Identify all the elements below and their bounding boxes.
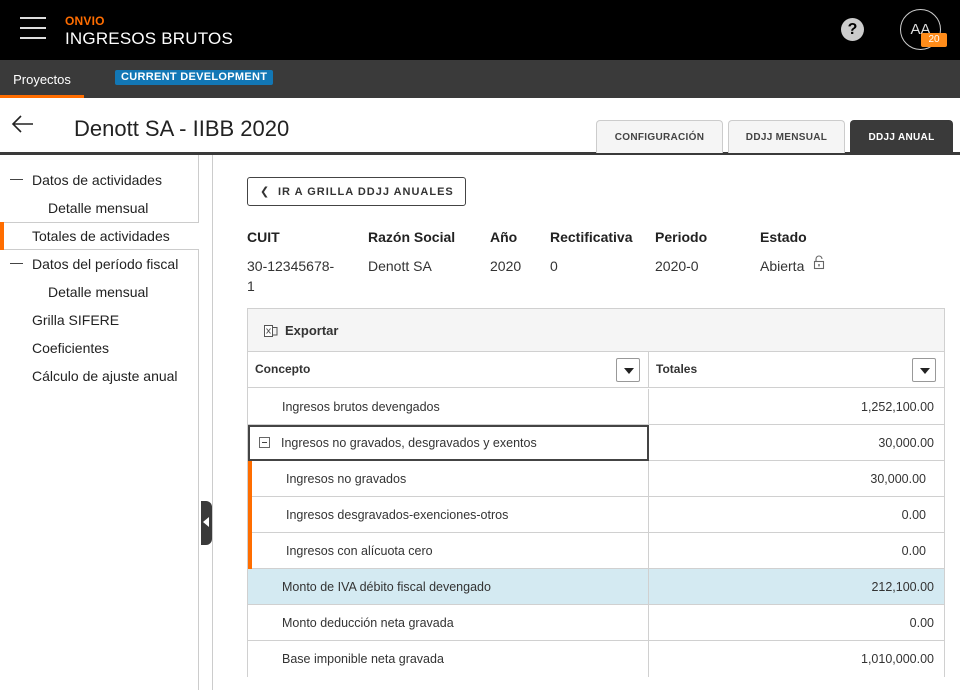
grid-toolbar: Exportar [248, 309, 944, 352]
collapse-dash-icon [10, 179, 23, 180]
question-circle-icon[interactable]: ? [841, 18, 864, 41]
content-divider [212, 155, 213, 690]
export-button[interactable]: Exportar [285, 323, 338, 338]
column-separator [648, 497, 649, 533]
value-periodo: 2020-0 [655, 258, 699, 274]
label-rectificativa: Rectificativa [550, 229, 633, 245]
row-concept: Base imponible neta gravada [282, 652, 444, 666]
label-anio: Año [490, 229, 518, 245]
column-header-concepto: Concepto [255, 362, 311, 376]
sidebar-item-label: Coeficientes [32, 340, 110, 356]
value-estado: Abierta [760, 258, 805, 274]
value-cuit: 30-12345678- 1 [247, 256, 334, 296]
label-periodo: Periodo [655, 229, 708, 245]
sidebar-item-label: Grilla SIFERE [32, 312, 120, 328]
table-row[interactable]: Ingresos desgravados-exenciones-otros 0.… [248, 497, 944, 533]
back-arrow-icon[interactable] [11, 112, 35, 136]
goto-grilla-button[interactable]: ❮ IR A GRILLA DDJJ ANUALES [247, 177, 466, 206]
column-separator [648, 569, 649, 605]
table-row[interactable]: Ingresos brutos devengados 1,252,100.00 [248, 389, 944, 425]
page-title: Denott SA - IIBB 2020 [74, 116, 290, 141]
concepto-filter-button[interactable] [616, 358, 640, 382]
value-cuit-line1: 30-12345678- [247, 258, 335, 274]
row-concept: Monto de IVA débito fiscal devengado [282, 580, 491, 594]
column-separator [648, 461, 649, 497]
sidebar-item-label: Totales de actividades [32, 228, 170, 244]
unlocked-icon [813, 255, 825, 270]
table-row[interactable]: Ingresos con alícuota cero 0.00 [248, 533, 944, 569]
value-razon-social: Denott SA [368, 258, 432, 274]
chevron-left-icon [203, 517, 209, 527]
goto-grilla-label: IR A GRILLA DDJJ ANUALES [278, 186, 454, 198]
caret-down-icon [624, 368, 634, 374]
collapse-dash-icon [10, 263, 23, 264]
label-cuit: CUIT [247, 229, 280, 245]
row-total: 212,100.00 [871, 580, 934, 594]
value-rectificativa: 0 [550, 258, 558, 274]
environment-badge: CURRENT DEVELOPMENT [115, 70, 274, 85]
sidebar-item-label: Datos de actividades [32, 172, 162, 188]
sidebar-item-coeficientes[interactable]: Coeficientes [0, 334, 199, 362]
product-name: INGRESOS BRUTOS [65, 29, 233, 48]
value-anio: 2020 [490, 258, 522, 274]
excel-icon[interactable] [264, 324, 278, 338]
nav-bar: Proyectos CURRENT DEVELOPMENT [0, 60, 960, 98]
sidebar: Datos de actividades Detalle mensual Tot… [0, 155, 199, 690]
table-row[interactable]: Monto deducción neta gravada 0.00 [248, 605, 944, 641]
nav-tab-proyectos[interactable]: Proyectos [0, 60, 84, 98]
row-total: 30,000.00 [870, 472, 926, 486]
row-concept: Ingresos no gravados [286, 472, 407, 486]
label-razon-social: Razón Social [368, 229, 456, 245]
sidebar-item-totales-actividades[interactable]: Totales de actividades [0, 222, 199, 250]
column-header-totales: Totales [656, 362, 698, 376]
sidebar-item-grilla-sifere[interactable]: Grilla SIFERE [0, 306, 199, 334]
sidebar-item-label: Detalle mensual [48, 200, 149, 216]
hamburger-menu-icon[interactable] [20, 17, 46, 41]
row-total: 0.00 [909, 616, 934, 630]
row-total: 0.00 [901, 508, 926, 522]
sidebar-collapse-handle[interactable] [201, 501, 212, 545]
sidebar-item-datos-periodo-fiscal[interactable]: Datos del período fiscal [0, 250, 199, 278]
brand-logo: ONVIO [65, 14, 105, 28]
cell-focus-outline [248, 425, 649, 461]
sidebar-item-label: Datos del período fiscal [32, 256, 179, 272]
sidebar-item-label: Detalle mensual [48, 284, 149, 300]
row-total: 1,010,000.00 [861, 652, 934, 666]
column-separator [648, 389, 649, 425]
avatar-badge: 20 [921, 33, 947, 47]
label-estado: Estado [760, 229, 807, 245]
title-row: Denott SA - IIBB 2020 CONFIGURACIÓN DDJJ… [0, 98, 960, 155]
row-total: 0.00 [901, 544, 926, 558]
column-separator [648, 352, 649, 388]
sidebar-item-detalle-mensual-fiscal[interactable]: Detalle mensual [0, 278, 199, 306]
row-concept: Ingresos brutos devengados [282, 400, 440, 414]
table-row[interactable]: Ingresos no gravados, desgravados y exen… [248, 425, 944, 461]
totales-grid: Exportar Concepto Totales Ingresos bruto… [247, 308, 945, 677]
row-concept: Ingresos desgravados-exenciones-otros [286, 508, 509, 522]
table-row-selected[interactable]: Monto de IVA débito fiscal devengado 212… [248, 569, 944, 605]
sidebar-item-label: Cálculo de ajuste anual [32, 368, 178, 384]
column-separator [648, 641, 649, 677]
value-cuit-line2: 1 [247, 278, 255, 294]
tab-configuracion[interactable]: CONFIGURACIÓN [596, 120, 723, 153]
tab-ddjj-mensual[interactable]: DDJJ MENSUAL [728, 120, 845, 153]
grid-header: Concepto Totales [248, 352, 944, 388]
row-concept: Monto deducción neta gravada [282, 616, 454, 630]
caret-down-icon [920, 368, 930, 374]
row-total: 30,000.00 [878, 436, 934, 450]
table-row[interactable]: Ingresos no gravados 30,000.00 [248, 461, 944, 497]
top-header: ONVIO INGRESOS BRUTOS ? AA 20 [0, 0, 960, 60]
row-concept: Ingresos con alícuota cero [286, 544, 433, 558]
column-separator [648, 533, 649, 569]
sidebar-item-datos-actividades[interactable]: Datos de actividades [0, 166, 199, 194]
table-row[interactable]: Base imponible neta gravada 1,010,000.00 [248, 641, 944, 677]
sidebar-item-detalle-mensual[interactable]: Detalle mensual [0, 194, 199, 222]
row-total: 1,252,100.00 [861, 400, 934, 414]
sidebar-item-calculo-ajuste-anual[interactable]: Cálculo de ajuste anual [0, 362, 199, 390]
totales-filter-button[interactable] [912, 358, 936, 382]
tab-ddjj-anual[interactable]: DDJJ ANUAL [850, 120, 953, 153]
column-separator [648, 605, 649, 641]
chevron-left-icon: ❮ [260, 186, 271, 198]
